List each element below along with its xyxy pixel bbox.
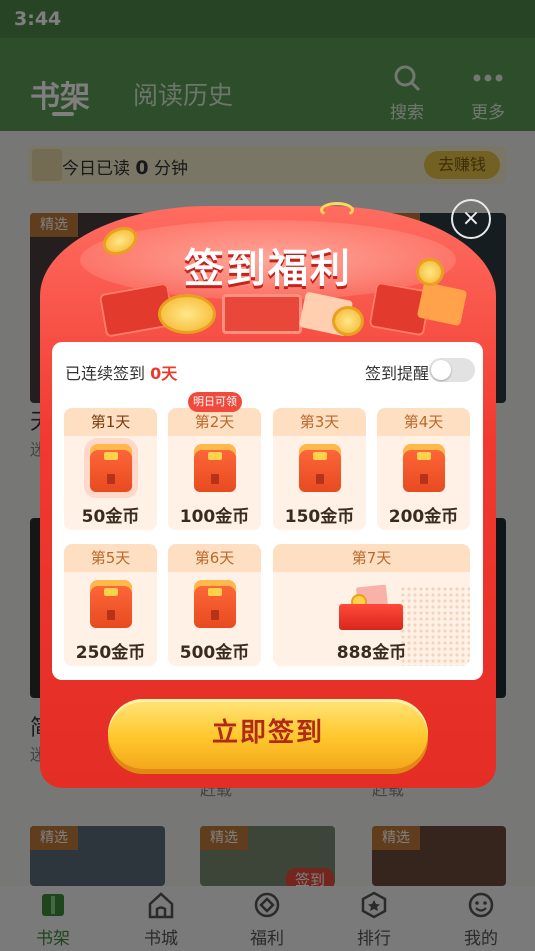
day-reward-card[interactable]: 第5天 250金币 <box>64 544 157 666</box>
streak-text: 已连续签到 0天 <box>65 360 177 384</box>
day-reward-card[interactable]: 第6天 500金币 <box>168 544 261 666</box>
treasure-chest-icon <box>339 584 403 630</box>
day-reward-card[interactable]: 第3天 150金币 <box>273 408 366 530</box>
ribbon-icon <box>320 202 354 218</box>
streak-prefix: 已连续签到 <box>65 364 146 383</box>
day-label: 第4天 <box>377 408 470 436</box>
day-reward-card-grand[interactable]: 第7天 888金币 <box>273 544 470 666</box>
coin-pot-icon <box>194 444 236 492</box>
day-reward: 888金币 <box>336 643 407 663</box>
day-reward: 150金币 <box>284 507 355 527</box>
reminder-label: 签到提醒 <box>364 364 429 383</box>
gift-box-icon <box>222 294 302 334</box>
coin-icon <box>332 306 364 336</box>
day-reward-card[interactable]: 第2天 100金币 <box>168 408 261 530</box>
day-label: 第1天 <box>64 408 157 436</box>
coin-pot-icon <box>90 444 132 492</box>
toggle-knob <box>431 360 451 380</box>
tomorrow-badge: 明日可领 <box>188 392 242 412</box>
day-reward-card[interactable]: 第4天 200金币 <box>377 408 470 530</box>
modal-title: 签到福利 <box>184 246 352 292</box>
day-label: 第7天 <box>273 544 470 572</box>
coin-icon <box>158 294 216 334</box>
coin-pot-icon <box>194 580 236 628</box>
coin-pot-icon <box>403 444 445 492</box>
sign-in-modal: 签到福利 已连续签到 0天 签到提醒 第1天 50金币 第2天 100金币 明日… <box>40 202 496 788</box>
day-reward: 500金币 <box>179 643 250 663</box>
close-icon[interactable]: × <box>451 199 491 239</box>
day-label: 第6天 <box>168 544 261 572</box>
day-reward: 200金币 <box>388 507 459 527</box>
sign-in-now-button[interactable]: 立即签到 <box>108 699 428 769</box>
day-label: 第5天 <box>64 544 157 572</box>
day-label: 第3天 <box>273 408 366 436</box>
day-label: 第2天 <box>168 408 261 436</box>
day-reward-card[interactable]: 第1天 50金币 <box>64 408 157 530</box>
streak-count: 0天 <box>150 364 178 383</box>
coin-pot-icon <box>299 444 341 492</box>
sign-in-card: 已连续签到 0天 签到提醒 第1天 50金币 第2天 100金币 明日可领 第3… <box>52 342 483 680</box>
day-reward: 250金币 <box>75 643 146 663</box>
day-reward: 50金币 <box>81 507 140 527</box>
day-reward: 100金币 <box>179 507 250 527</box>
reminder-toggle[interactable] <box>429 358 475 382</box>
coin-pot-icon <box>90 580 132 628</box>
